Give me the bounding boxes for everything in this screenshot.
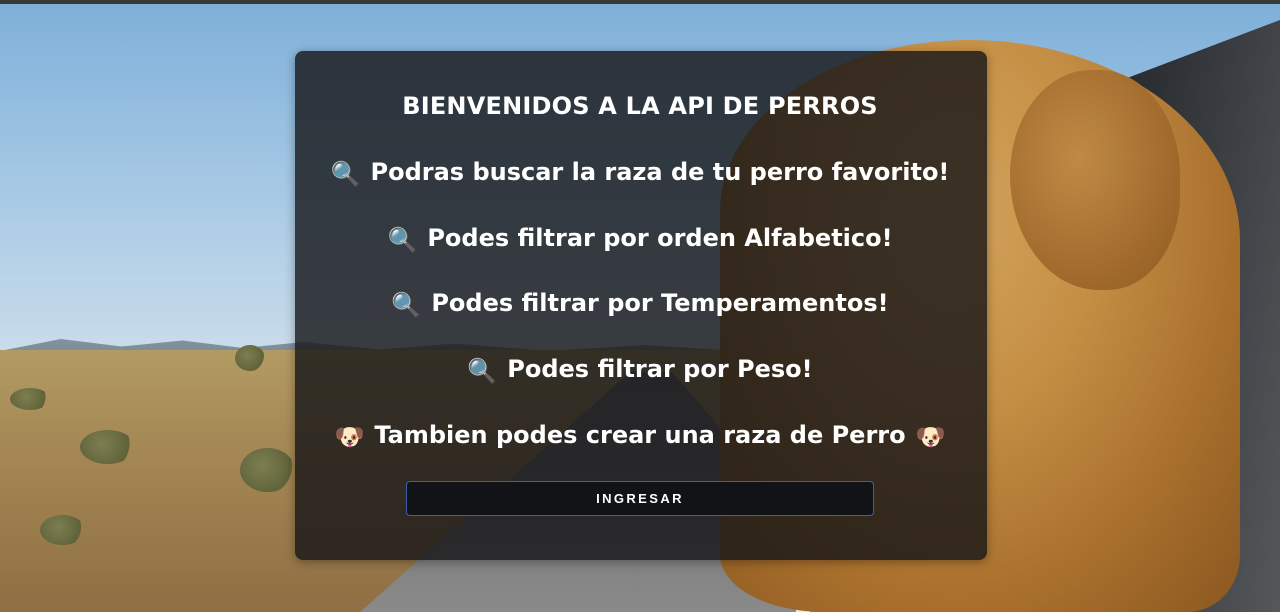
feature-filter-temperament: 🔍 Podes filtrar por Temperamentos! [0,289,1280,319]
dog-face-icon: 🐶 [915,423,946,451]
magnifying-glass-icon: 🔍 [387,226,418,254]
feature-text: Tambien podes crear una raza de Perro [374,421,906,449]
bush [10,388,50,410]
magnifying-glass-icon: 🔍 [467,357,498,385]
feature-search-breed: 🔍 Podras buscar la raza de tu perro favor… [0,158,1280,188]
magnifying-glass-icon: 🔍 [391,291,422,319]
bush [240,448,295,492]
feature-text: Podes filtrar por orden Alfabetico! [427,224,893,252]
dog-face-icon: 🐶 [334,423,365,451]
feature-text: Podes filtrar por Temperamentos! [431,289,889,317]
top-strip [0,0,1280,4]
landing-page: BIENVENIDOS A LA API DE PERROS 🔍 Podras b… [0,0,1280,612]
enter-button[interactable]: INGRESAR [406,481,874,516]
feature-text: Podes filtrar por Peso! [507,355,813,383]
bush [40,515,85,545]
feature-create-breed: 🐶 Tambien podes crear una raza de Perro 🐶 [0,421,1280,451]
feature-text: Podras buscar la raza de tu perro favori… [370,158,950,186]
feature-filter-weight: 🔍 Podes filtrar por Peso! [0,355,1280,385]
magnifying-glass-icon: 🔍 [330,160,361,188]
welcome-title: BIENVENIDOS A LA API DE PERROS [402,92,878,120]
feature-filter-alphabetical: 🔍 Podes filtrar por orden Alfabetico! [0,224,1280,254]
